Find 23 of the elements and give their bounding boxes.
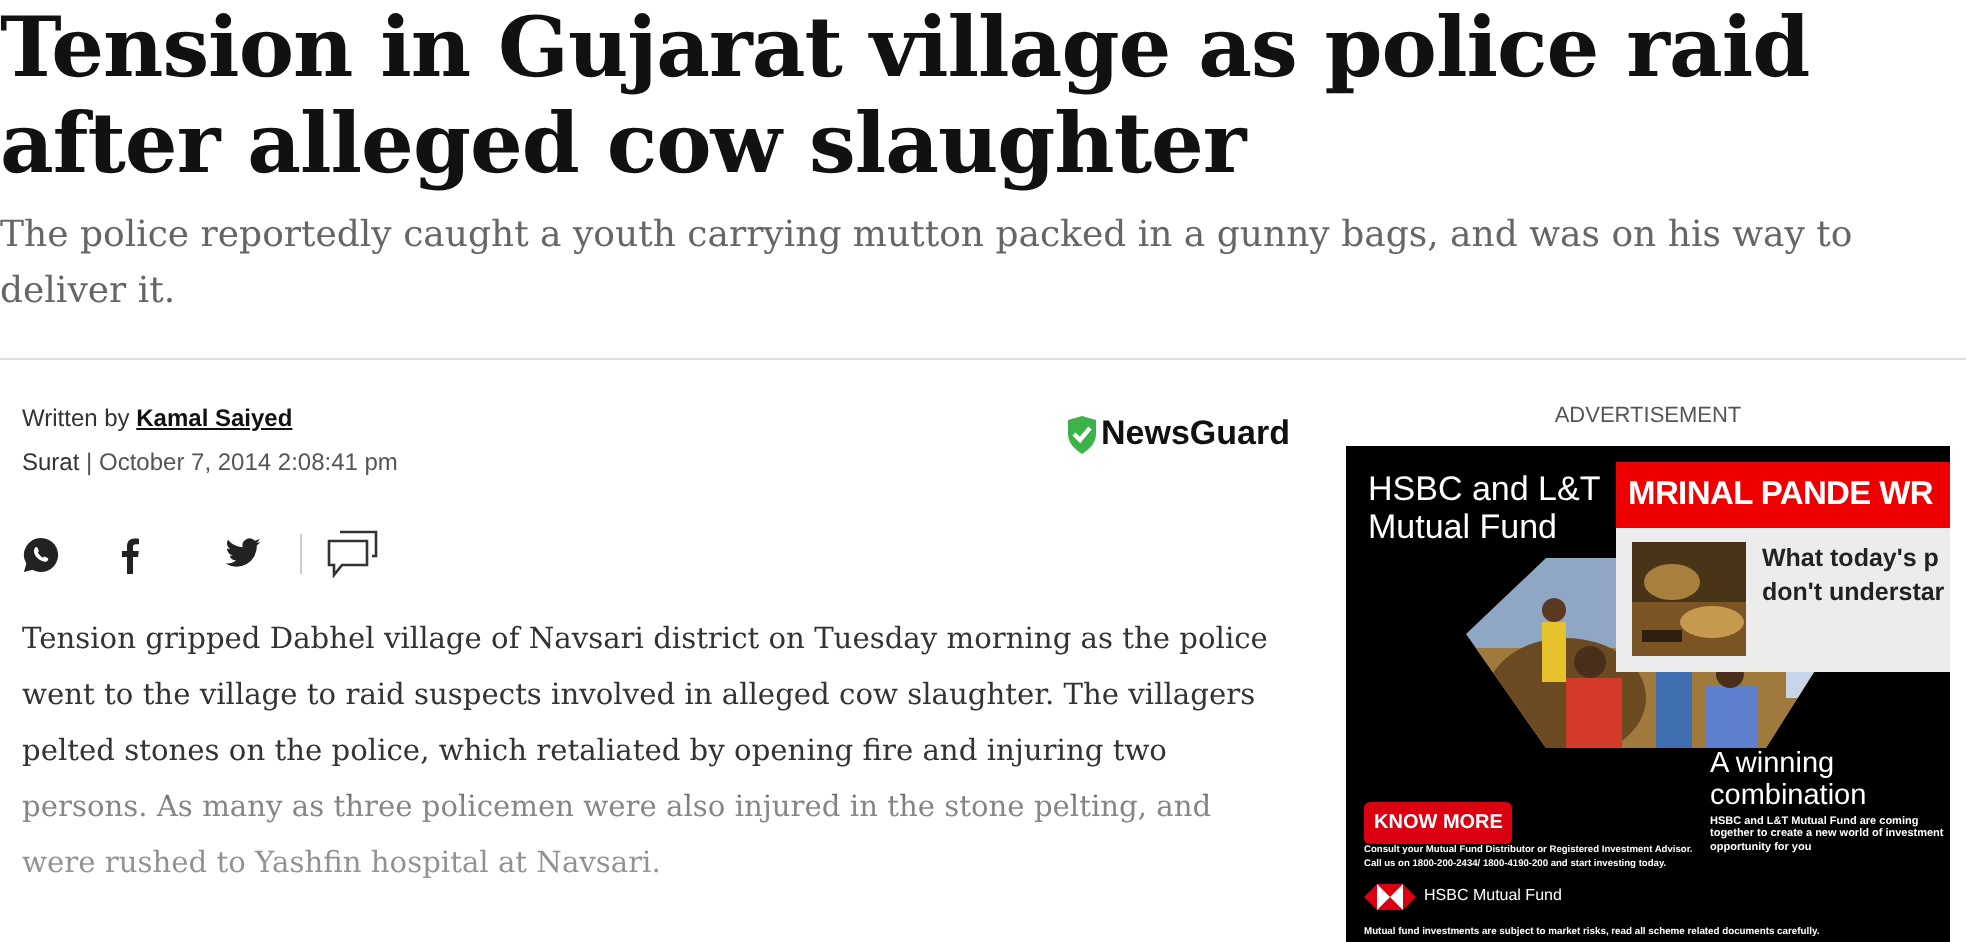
byline-label: Written by xyxy=(22,404,130,432)
ad-title: HSBC and L&T Mutual Fund xyxy=(1368,469,1601,545)
know-more-button[interactable]: KNOW MORE xyxy=(1364,801,1513,843)
hexagon-logo-icon xyxy=(1364,883,1416,909)
date: October 7, 2014 2:08:41 pm xyxy=(99,448,398,476)
newsguard-logo: NewsGuard xyxy=(1101,412,1290,457)
advertisement-banner[interactable] xyxy=(1346,445,1950,942)
brand-name: HSBC Mutual Fund xyxy=(1424,884,1562,908)
popup-title: What today's p don't understar xyxy=(1762,541,1945,609)
location: Surat xyxy=(22,448,80,476)
subheadline: The police reportedly caught a youth carrying mutton packed in a gunny bags, and was on his way to deliver it. xyxy=(0,212,1855,316)
twitter-icon[interactable] xyxy=(224,538,262,570)
popup-kicker: MRINAL PANDE WR xyxy=(1616,461,1950,527)
author-link[interactable]: Kamal Saiyed xyxy=(136,404,293,432)
article-paragraph: Tension gripped Dabhel village of Navsari district on Tuesday morning as the police went to the village to raid suspects involved in alleged cow slaughter. The villagers pelted stones on the police, which retaliated by opening fire and injuring two persons. As many as three policemen were also injured in the stone pelting, and were rushed to Yashfin hospital at Navsari. xyxy=(22,620,1270,884)
shield-check-icon xyxy=(1065,415,1098,453)
comments-icon[interactable] xyxy=(326,530,380,578)
whatsapp-icon[interactable] xyxy=(22,535,60,573)
advertisement-label: ADVERTISEMENT xyxy=(1552,402,1744,432)
headline: Tension in Gujarat village as police raid after alleged cow slaughter xyxy=(0,0,1812,192)
ad-heading: A winning combination xyxy=(1710,747,1867,811)
separator: | xyxy=(86,448,93,476)
facebook-icon[interactable] xyxy=(120,535,140,573)
